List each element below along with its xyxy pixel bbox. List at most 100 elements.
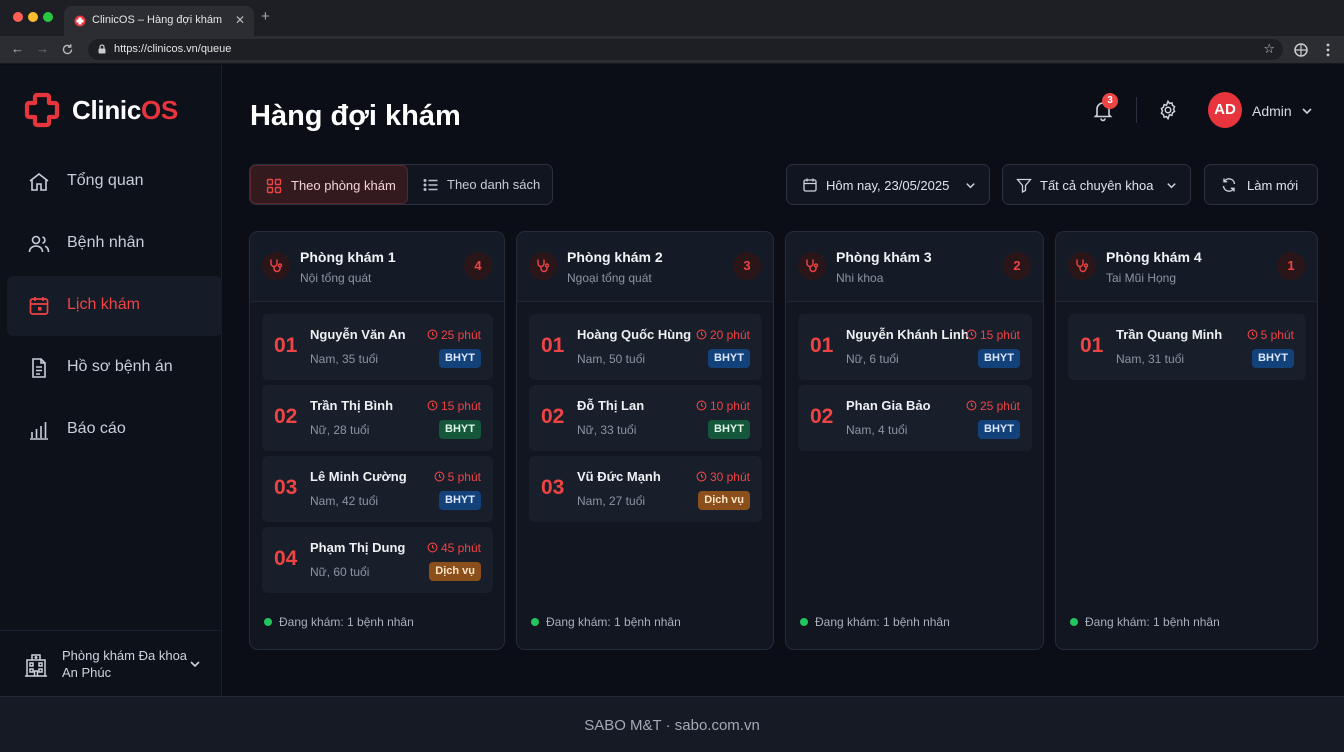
close-tab-icon[interactable]: ✕	[235, 13, 245, 27]
room-status: Đang khám: 1 bệnh nhân	[264, 615, 414, 629]
specialty-filter-dropdown[interactable]: Tất cả chuyên khoa	[1002, 164, 1191, 205]
patient-info: Nam, 31 tuổi	[1116, 352, 1185, 366]
calendar-icon	[29, 297, 49, 315]
patient-card[interactable]: 01 Nguyễn Văn An Nam, 35 tuổi 25 phút BHYT	[262, 314, 493, 380]
sidebar-item-medical-records[interactable]: Hồ sơ bệnh án	[7, 338, 222, 398]
chevron-down-icon	[966, 183, 975, 189]
footer-text: SABO M&T · sabo.com.vn	[584, 717, 760, 734]
room-status-label: Đang khám: 1 bệnh nhân	[279, 615, 414, 629]
wait-time-label: 10 phút	[709, 399, 750, 413]
wait-time-label: 30 phút	[709, 470, 750, 484]
queue-number: 01	[810, 334, 834, 357]
browser-tab[interactable]: ClinicOS – Hàng đợi khám ✕	[64, 6, 254, 36]
patient-name: Trần Thị Bình	[310, 398, 394, 413]
clock-icon	[427, 400, 438, 411]
patient-card[interactable]: 02 Đỗ Thị Lan Nữ, 33 tuổi 10 phút BHYT	[529, 385, 762, 451]
room-queue-count: 4	[464, 252, 492, 280]
sidebar-item-patients[interactable]: Bệnh nhân	[7, 214, 222, 274]
stethoscope-icon	[1076, 259, 1089, 273]
room-name: Phòng khám 1	[300, 249, 396, 265]
gear-icon[interactable]	[1157, 99, 1179, 121]
patient-card[interactable]: 03 Vũ Đức Mạnh Nam, 27 tuổi 30 phút Dịch vụ	[529, 456, 762, 522]
refresh-button[interactable]: Làm mới	[1204, 164, 1318, 205]
sidebar-item-appointments[interactable]: Lịch khám	[7, 276, 222, 336]
insurance-badge: BHYT	[978, 420, 1020, 439]
patient-card[interactable]: 01 Hoàng Quốc Hùng Nam, 50 tuổi 20 phút BHYT	[529, 314, 762, 380]
view-by-list-button[interactable]: Theo danh sách	[410, 165, 553, 204]
page-footer: SABO M&T · sabo.com.vn	[0, 696, 1344, 752]
patient-name: Vũ Đức Mạnh	[577, 469, 661, 484]
patient-info: Nữ, 60 tuổi	[310, 565, 370, 579]
new-tab-button[interactable]: +	[261, 9, 270, 24]
insurance-badge: BHYT	[978, 349, 1020, 368]
sidebar-item-label: Tổng quan	[67, 172, 144, 189]
user-name[interactable]: Admin	[1252, 103, 1292, 119]
patient-info: Nam, 42 tuổi	[310, 494, 379, 508]
browser-menu-icon[interactable]	[1320, 42, 1336, 58]
patient-card[interactable]: 01 Trần Quang Minh Nam, 31 tuổi 5 phút BHYT	[1068, 314, 1306, 380]
minimize-window-button[interactable]	[28, 12, 38, 22]
address-bar[interactable]: https://clinicos.vn/queue ☆	[88, 39, 1283, 60]
extensions-icon[interactable]	[1293, 42, 1309, 58]
reload-icon[interactable]	[61, 43, 74, 56]
chevron-down-icon	[190, 661, 200, 668]
patient-name: Hoàng Quốc Hùng	[577, 327, 692, 342]
date-filter-dropdown[interactable]: Hôm nay, 23/05/2025	[786, 164, 990, 205]
filter-icon	[1016, 178, 1032, 193]
refresh-icon	[1222, 178, 1236, 192]
chevron-down-icon[interactable]	[1300, 104, 1314, 118]
room-status: Đang khám: 1 bệnh nhân	[1070, 615, 1220, 629]
patient-name: Trần Quang Minh	[1116, 327, 1223, 342]
hospital-building-icon	[25, 654, 47, 677]
patient-info: Nam, 35 tuổi	[310, 352, 379, 366]
wait-time-label: 45 phút	[440, 541, 481, 555]
room-specialty: Tai Mũi Họng	[1106, 271, 1177, 285]
patient-info: Nữ, 33 tuổi	[577, 423, 637, 437]
room-column: Phòng khám 2 Ngoại tổng quát 3 01 Hoàng Quốc…	[516, 231, 774, 650]
back-icon[interactable]: ←	[11, 41, 24, 57]
patient-card[interactable]: 02 Trần Thị Bình Nữ, 28 tuổi 15 phút BHYT	[262, 385, 493, 451]
patient-card[interactable]: 04 Phạm Thị Dung Nữ, 60 tuổi 45 phút Dịch vụ	[262, 527, 493, 593]
patient-card[interactable]: 02 Phan Gia Bảo Nam, 4 tuổi 25 phút BHYT	[798, 385, 1032, 451]
room-header[interactable]: Phòng khám 3 Nhi khoa 2	[786, 232, 1043, 302]
chevron-down-icon	[1167, 183, 1176, 189]
wait-time-label: 15 phút	[979, 328, 1020, 342]
room-column: Phòng khám 3 Nhi khoa 2 01 Nguyễn Khánh Linh…	[785, 231, 1044, 650]
room-header[interactable]: Phòng khám 4 Tai Mũi Họng 1	[1056, 232, 1317, 302]
wait-time-label: 20 phút	[709, 328, 750, 342]
room-status-label: Đang khám: 1 bệnh nhân	[1085, 615, 1220, 629]
patient-info: Nữ, 6 tuổi	[846, 352, 899, 366]
avatar[interactable]: AD	[1208, 92, 1242, 128]
room-column: Phòng khám 1 Nội tổng quát 4 01 Nguyễn Văn A…	[249, 231, 505, 650]
insurance-badge: BHYT	[439, 420, 481, 439]
room-specialty: Nội tổng quát	[300, 271, 372, 285]
status-dot-icon	[800, 618, 808, 626]
site-info-icon[interactable]	[97, 44, 107, 54]
bookmark-star-icon[interactable]: ☆	[1263, 41, 1275, 57]
patient-card[interactable]: 01 Nguyễn Khánh Linh Nữ, 6 tuổi 15 phút BHYT	[798, 314, 1032, 380]
insurance-badge: Dịch vụ	[698, 491, 750, 510]
clock-icon	[966, 400, 977, 411]
maximize-window-button[interactable]	[43, 12, 53, 22]
calendar-icon	[803, 178, 817, 192]
room-status-label: Đang khám: 1 bệnh nhân	[546, 615, 681, 629]
sidebar-item-reports[interactable]: Báo cáo	[7, 400, 222, 460]
patient-info: Nam, 27 tuổi	[577, 494, 646, 508]
close-window-button[interactable]	[13, 12, 23, 22]
forward-icon[interactable]: →	[36, 41, 49, 57]
view-by-room-button[interactable]: Theo phòng khám	[250, 165, 408, 204]
wait-time: 20 phút	[696, 328, 750, 342]
patient-info: Nam, 4 tuổi	[846, 423, 908, 437]
browser-tab-strip: ClinicOS – Hàng đợi khám ✕ +	[0, 0, 1344, 36]
room-column: Phòng khám 4 Tai Mũi Họng 1 01 Trần Quang Mi…	[1055, 231, 1318, 650]
sidebar-item-overview[interactable]: Tổng quan	[7, 152, 222, 212]
patient-card[interactable]: 03 Lê Minh Cường Nam, 42 tuổi 5 phút BHYT	[262, 456, 493, 522]
wait-time: 25 phút	[966, 399, 1020, 413]
grid-icon	[266, 178, 282, 194]
status-dot-icon	[531, 618, 539, 626]
room-header[interactable]: Phòng khám 1 Nội tổng quát 4	[250, 232, 504, 302]
patient-name: Phạm Thị Dung	[310, 540, 406, 555]
room-header[interactable]: Phòng khám 2 Ngoại tổng quát 3	[517, 232, 773, 302]
patient-name: Phan Gia Bảo	[846, 398, 931, 413]
clinic-switcher[interactable]: Phòng khám Đa khoa An Phúc	[0, 630, 222, 696]
